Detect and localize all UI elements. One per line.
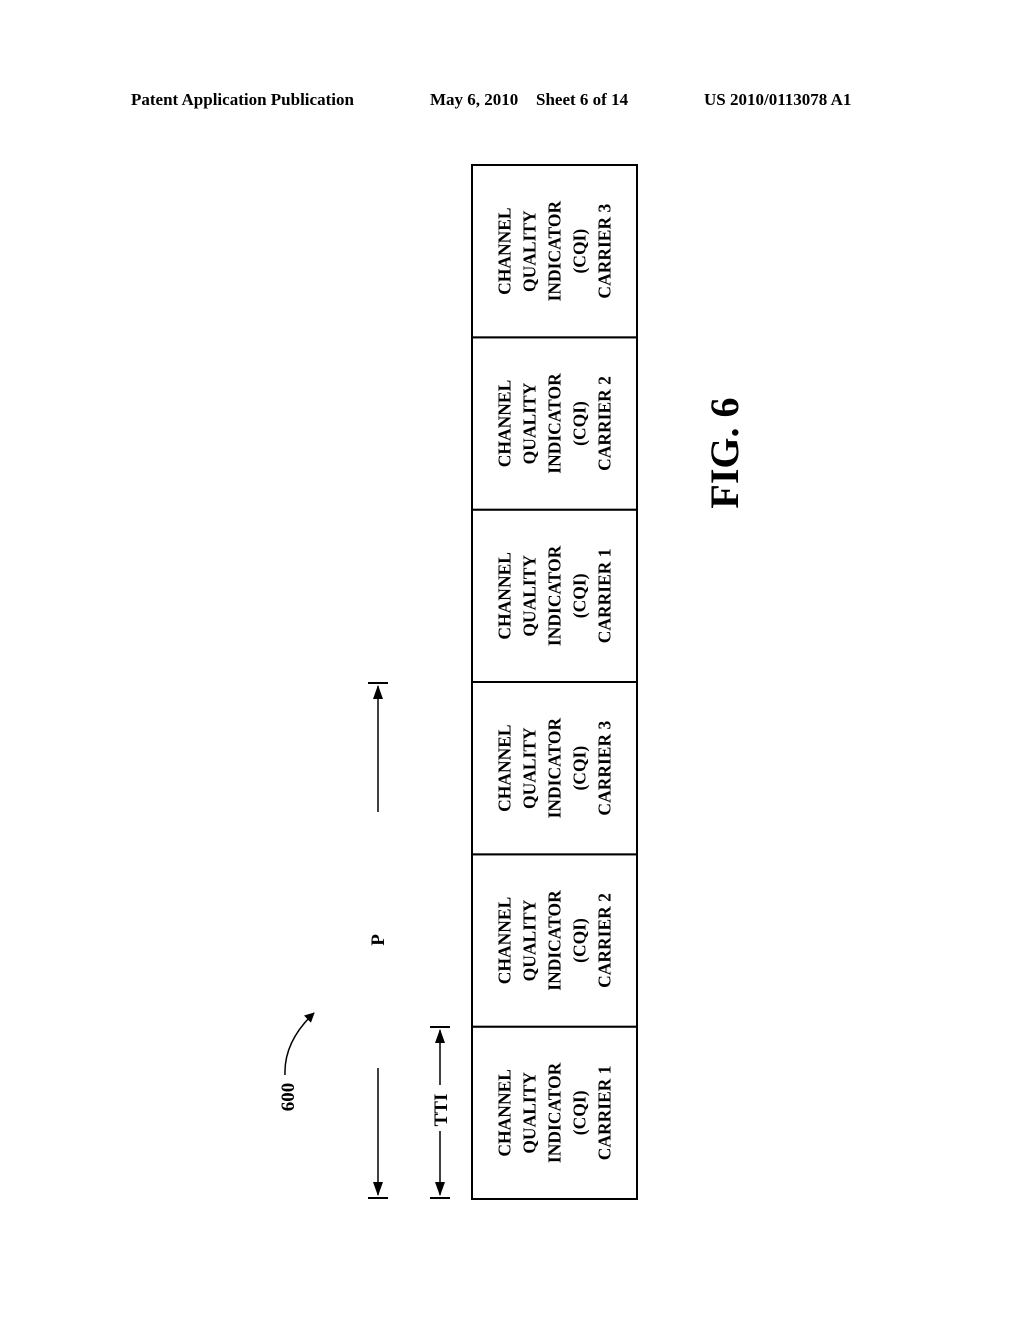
cqi-cell-text-line: (CQI) [570, 401, 590, 446]
cqi-cell-text-line: QUALITY [520, 382, 540, 464]
cqi-cell-text-line: INDICATOR [545, 201, 565, 302]
cqi-cell-text-line: CHANNEL [495, 897, 515, 985]
cqi-cell-text-line: INDICATOR [545, 1062, 565, 1163]
reference-number: 600 [278, 1083, 299, 1112]
reference-numeral: 600 [278, 1012, 315, 1112]
cqi-cell-text-line: CARRIER 1 [595, 548, 615, 643]
cqi-cell-text-line: CHANNEL [495, 552, 515, 640]
cqi-cell-text-line: INDICATOR [545, 545, 565, 646]
period-dimension: P [368, 682, 389, 1199]
cqi-cell-text-line: CARRIER 3 [595, 721, 615, 816]
cqi-cell-text-line: QUALITY [520, 555, 540, 637]
cqi-cell-text-line: CHANNEL [495, 1069, 515, 1157]
cqi-cell-text-line: CARRIER 3 [595, 204, 615, 299]
cqi-cell: CHANNEL QUALITY INDICATOR (CQI) CARRIER 2 [471, 336, 638, 511]
cqi-cell-text-line: (CQI) [570, 918, 590, 963]
tti-dimension: TTI [430, 1026, 452, 1199]
cqi-cell: CHANNEL QUALITY INDICATOR (CQI) CARRIER 1 [471, 1025, 638, 1200]
cqi-cell-text-line: CARRIER 1 [595, 1065, 615, 1160]
cqi-cell-text-line: CHANNEL [495, 380, 515, 468]
cqi-cell: CHANNEL QUALITY INDICATOR (CQI) CARRIER 3 [471, 681, 638, 856]
cqi-cell-text-line: (CQI) [570, 573, 590, 618]
cqi-cell-text-line: (CQI) [570, 746, 590, 791]
cqi-cell: CHANNEL QUALITY INDICATOR (CQI) CARRIER 1 [471, 508, 638, 683]
cqi-cell-text-line: QUALITY [520, 899, 540, 981]
cqi-cell-text-line: QUALITY [520, 727, 540, 809]
period-label: P [368, 934, 389, 946]
cqi-cell-text-line: INDICATOR [545, 718, 565, 819]
tti-label: TTI [431, 1094, 452, 1127]
cqi-cell-text-line: CHANNEL [495, 724, 515, 812]
cqi-cell-text-line: CARRIER 2 [595, 376, 615, 471]
cqi-cell-text-line: QUALITY [520, 210, 540, 292]
cqi-cell-text-line: INDICATOR [545, 373, 565, 474]
cqi-cell-text-line: QUALITY [520, 1072, 540, 1154]
cqi-cell: CHANNEL QUALITY INDICATOR (CQI) CARRIER 2 [471, 853, 638, 1028]
cqi-cell-text-line: (CQI) [570, 1090, 590, 1135]
cqi-cell: CHANNEL QUALITY INDICATOR (CQI) CARRIER 3 [471, 164, 638, 339]
figure-caption: FIG. 6 [702, 397, 747, 508]
leader-arrow-icon [284, 1012, 315, 1076]
cqi-cell-text-line: CARRIER 2 [595, 893, 615, 988]
cqi-cell-text-line: INDICATOR [545, 890, 565, 991]
cqi-cell-strip: CHANNEL QUALITY INDICATOR (CQI) CARRIER 1CHA… [471, 164, 638, 1200]
cqi-cell-text-line: (CQI) [570, 229, 590, 274]
figure-diagram: CHANNEL QUALITY INDICATOR (CQI) CARRIER 1CHA… [278, 164, 747, 1200]
cqi-cell-text-line: CHANNEL [495, 207, 515, 295]
